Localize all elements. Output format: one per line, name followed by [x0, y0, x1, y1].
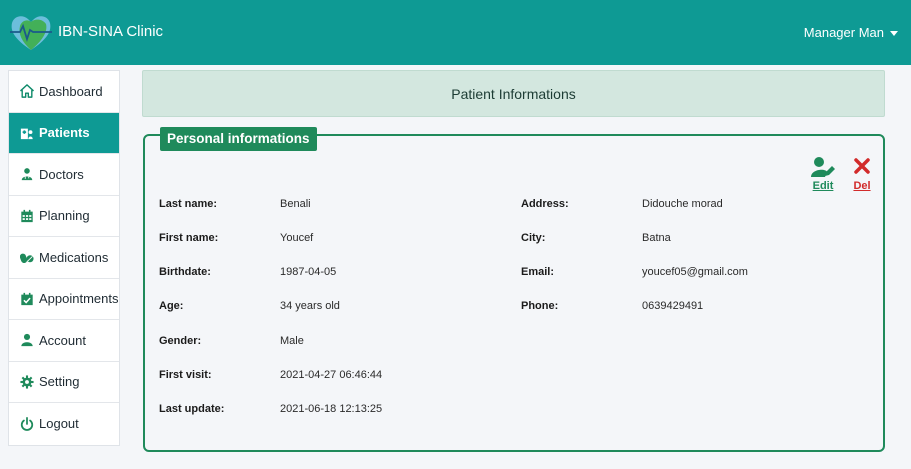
first-visit-value: 2021-04-27 06:46:44: [280, 369, 383, 381]
birthdate-label: Birthdate:: [159, 266, 211, 278]
city-label: City:: [521, 232, 546, 244]
calendar-icon: [20, 209, 34, 223]
calendar-check-icon: [20, 292, 34, 306]
email-value: youcef05@gmail.com: [642, 266, 748, 278]
phone-label: Phone:: [521, 300, 559, 312]
sidebar: Dashboard Patients Doctors Planning Medi…: [8, 70, 120, 446]
gender-value: Male: [280, 335, 304, 347]
sidebar-item-doctors[interactable]: Doctors: [9, 154, 119, 196]
age-label: Age:: [159, 300, 184, 312]
sidebar-item-logout[interactable]: Logout: [9, 403, 119, 445]
sidebar-item-label: Account: [39, 332, 86, 348]
home-icon: [20, 84, 34, 99]
sidebar-item-label: Setting: [39, 374, 80, 390]
age-value: 34 years old: [280, 300, 340, 312]
birthdate-value: 1987-04-05: [280, 266, 337, 278]
last-name-label: Last name:: [159, 198, 218, 210]
sidebar-item-label: Dashboard: [39, 83, 103, 99]
delete-button[interactable]: Del: [850, 156, 874, 192]
user-icon: [20, 333, 34, 347]
delete-label: Del: [853, 180, 871, 192]
sidebar-item-label: Patients: [39, 125, 90, 141]
phone-value: 0639429491: [642, 300, 704, 312]
email-label: Email:: [521, 266, 555, 278]
personal-info-card: Personal informations Edit Del Last name…: [143, 127, 885, 452]
power-icon: [20, 416, 34, 431]
user-menu-dropdown[interactable]: Manager Man: [804, 25, 898, 40]
gender-label: Gender:: [159, 335, 202, 347]
user-menu-label: Manager Man: [803, 25, 884, 40]
page-title: Patient Informations: [142, 70, 885, 117]
last-update-label: Last update:: [159, 403, 225, 415]
sidebar-item-label: Doctors: [39, 166, 84, 182]
last-name-value: Benali: [280, 198, 311, 210]
edit-label: Edit: [812, 180, 834, 192]
first-visit-label: First visit:: [159, 369, 212, 381]
user-edit-icon: [811, 157, 835, 177]
pills-icon: [20, 250, 34, 264]
close-icon: [854, 158, 870, 174]
gear-icon: [20, 375, 34, 389]
address-value: Didouche morad: [642, 198, 723, 210]
caret-down-icon: [890, 30, 898, 36]
first-name-value: Youcef: [280, 232, 314, 244]
sidebar-item-medications[interactable]: Medications: [9, 237, 119, 279]
sidebar-item-label: Appointments: [39, 291, 119, 307]
sidebar-item-dashboard[interactable]: Dashboard: [9, 71, 119, 113]
sidebar-item-label: Medications: [39, 249, 109, 265]
edit-button[interactable]: Edit: [811, 156, 835, 192]
brand[interactable]: IBN-SINA Clinic: [8, 12, 163, 52]
clinic-logo-icon: [8, 12, 54, 52]
last-update-value: 2021-06-18 12:13:25: [280, 403, 383, 415]
address-label: Address:: [521, 198, 569, 210]
doctor-icon: [20, 167, 34, 181]
sidebar-item-label: Planning: [39, 208, 90, 224]
page-title-text: Patient Informations: [451, 85, 576, 102]
sidebar-item-patients[interactable]: Patients: [9, 112, 119, 154]
hospital-user-icon: [20, 126, 34, 140]
top-navbar: IBN-SINA Clinic Manager Man: [0, 0, 911, 65]
brand-name: IBN-SINA Clinic: [58, 22, 164, 40]
card-title: Personal informations: [160, 127, 317, 151]
sidebar-item-label: Logout: [39, 416, 79, 432]
sidebar-item-appointments[interactable]: Appointments: [9, 279, 119, 320]
sidebar-item-setting[interactable]: Setting: [9, 362, 119, 403]
sidebar-item-account[interactable]: Account: [9, 320, 119, 362]
city-value: Batna: [642, 232, 671, 244]
sidebar-item-planning[interactable]: Planning: [9, 196, 119, 237]
first-name-label: First name:: [159, 232, 219, 244]
